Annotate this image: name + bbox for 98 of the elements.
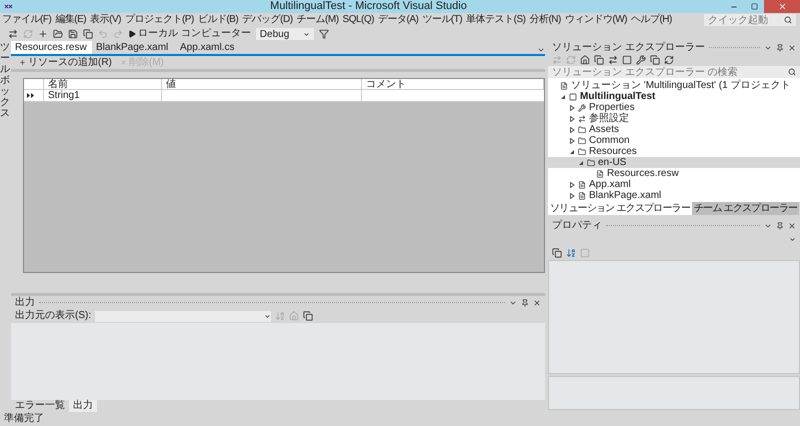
home-icon[interactable]: [580, 55, 590, 65]
window-title: MultilingualTest - Microsoft Visual Studio: [270, 1, 467, 12]
tree-item[interactable]: Resources.resw: [548, 168, 800, 179]
panel-tab[interactable]: チーム エクスプローラー: [692, 202, 800, 215]
pin-icon[interactable]: [776, 222, 784, 230]
menu-item[interactable]: ヘルプ(H): [628, 15, 674, 25]
column-header[interactable]: 値: [162, 79, 362, 89]
tree-item[interactable]: Resources: [548, 146, 800, 157]
menu-item[interactable]: ファイル(F): [0, 15, 54, 25]
column-header[interactable]: コメント: [362, 79, 544, 89]
folder-icon: [578, 126, 586, 134]
panel-tab[interactable]: ソリューション エクスプローラー: [548, 202, 692, 215]
tree-item-label: Resources: [589, 146, 637, 156]
wrench-icon[interactable]: [636, 55, 646, 65]
menu-item[interactable]: 編集(E): [53, 15, 88, 25]
solution-explorer-title: ソリューション エクスプローラー: [552, 42, 705, 52]
panel-tab[interactable]: 出力: [69, 400, 97, 412]
tree-item-label: Resources.resw: [607, 168, 679, 178]
add-resource-button[interactable]: リソースの追加(R): [19, 58, 112, 68]
wrench-icon: [578, 104, 586, 112]
menu-item[interactable]: 表示(V): [88, 15, 123, 25]
menu-item[interactable]: SQL(Q): [340, 15, 376, 25]
collapsed-arrow-icon[interactable]: [569, 116, 575, 122]
search-icon[interactable]: [788, 68, 796, 76]
toolbar-icon[interactable]: [303, 311, 314, 321]
tree-item[interactable]: Properties: [548, 102, 800, 113]
sync-icon[interactable]: [608, 55, 618, 65]
properties-panel-title: プロパティ: [552, 220, 602, 230]
tree-item-label: MultilingualTest: [580, 92, 656, 102]
document-tab[interactable]: App.xaml.cs: [176, 41, 260, 54]
sort-icon[interactable]: [566, 248, 576, 258]
menu-item[interactable]: チーム(M): [294, 15, 341, 25]
menu-item[interactable]: ウィンドウ(W): [562, 15, 629, 25]
open-icon[interactable]: [53, 29, 63, 39]
menu-item[interactable]: 分析(N): [527, 15, 563, 25]
tree-item[interactable]: BlankPage.xaml: [548, 190, 800, 201]
tree-item-label: Assets: [589, 124, 620, 134]
menu-item[interactable]: プロジェクト(P): [122, 15, 196, 25]
close-icon[interactable]: [788, 222, 796, 230]
configuration-dropdown[interactable]: Debug: [256, 28, 314, 40]
tree-item-label: BlankPage.xaml: [589, 190, 662, 200]
quick-launch-field[interactable]: クイック起動: [704, 14, 796, 26]
new-project-icon[interactable]: [38, 29, 48, 39]
document-tab[interactable]: Resources.resw: [11, 41, 92, 54]
close-icon[interactable]: [533, 298, 541, 306]
tree-item-label: Common: [589, 136, 630, 146]
close-icon[interactable]: [788, 44, 796, 52]
menu-item[interactable]: ビルド(B): [196, 15, 240, 25]
tree-item[interactable]: ソリューション 'MultilingualTest' (1 プロジェクト: [548, 80, 800, 91]
refresh-icon[interactable]: [664, 55, 674, 65]
output-source-label: 出力元の表示(S):: [15, 311, 92, 321]
add-icon[interactable]: [19, 59, 26, 66]
table-cell: String1: [44, 90, 162, 101]
tree-item[interactable]: Common: [548, 135, 800, 146]
menu-item[interactable]: 単体テスト(S): [464, 15, 528, 25]
tree-item-label: ソリューション 'MultilingualTest' (1 プロジェクト: [571, 80, 790, 90]
collapsed-arrow-icon[interactable]: [569, 138, 575, 144]
dropdown-icon[interactable]: [264, 312, 272, 320]
column-header[interactable]: 名前: [44, 79, 162, 89]
tree-item-label: 参照設定: [589, 114, 629, 124]
search-icon[interactable]: [784, 16, 792, 24]
collapsed-arrow-icon[interactable]: [569, 126, 575, 132]
play-icon[interactable]: [128, 30, 136, 38]
collapsed-arrow-icon[interactable]: [569, 192, 575, 198]
tree-item[interactable]: App.xaml: [548, 179, 800, 190]
panel-tab[interactable]: エラー一覧: [11, 400, 69, 412]
app-logo-icon: [4, 4, 13, 9]
tab-list-icon[interactable]: [537, 46, 545, 54]
tree-item-label: en-US: [598, 158, 626, 168]
tree-item-label: Properties: [589, 102, 635, 112]
tree-item[interactable]: MultilingualTest: [548, 91, 800, 102]
expanded-arrow-icon[interactable]: [578, 160, 584, 166]
tree-item[interactable]: Assets: [548, 124, 800, 135]
copy-icon[interactable]: [650, 55, 660, 65]
dropdown-icon[interactable]: [302, 30, 310, 38]
tree-item-label: App.xaml: [589, 180, 631, 190]
expanded-arrow-icon[interactable]: [560, 94, 566, 100]
menu-item[interactable]: データ(A): [376, 15, 420, 25]
maximize-icon[interactable]: [750, 3, 758, 10]
pin-icon[interactable]: [521, 298, 529, 306]
expanded-arrow-icon[interactable]: [569, 148, 575, 154]
menu-item[interactable]: デバッグ(D): [240, 15, 295, 25]
start-button[interactable]: ローカル コンピューター: [128, 29, 251, 39]
collapsed-arrow-icon[interactable]: [569, 182, 575, 188]
folder-icon: [578, 148, 586, 156]
collapsed-arrow-icon[interactable]: [569, 104, 575, 110]
tree-item[interactable]: en-US: [548, 157, 800, 168]
folder-icon: [587, 158, 595, 166]
tree-item[interactable]: 参照設定: [548, 113, 800, 124]
pin-icon[interactable]: [776, 44, 784, 52]
folder-icon: [578, 136, 586, 144]
menu-item[interactable]: ツール(T): [420, 15, 464, 25]
solution-search-field[interactable]: ソリューション エクスプローラー の検索: [548, 66, 800, 78]
dropdown-icon[interactable]: [789, 236, 796, 242]
output-panel-title: 出力: [15, 298, 35, 308]
document-tab[interactable]: BlankPage.xaml: [92, 41, 176, 54]
status-text: 準備完了: [3, 414, 45, 424]
save-icon[interactable]: [68, 29, 78, 39]
